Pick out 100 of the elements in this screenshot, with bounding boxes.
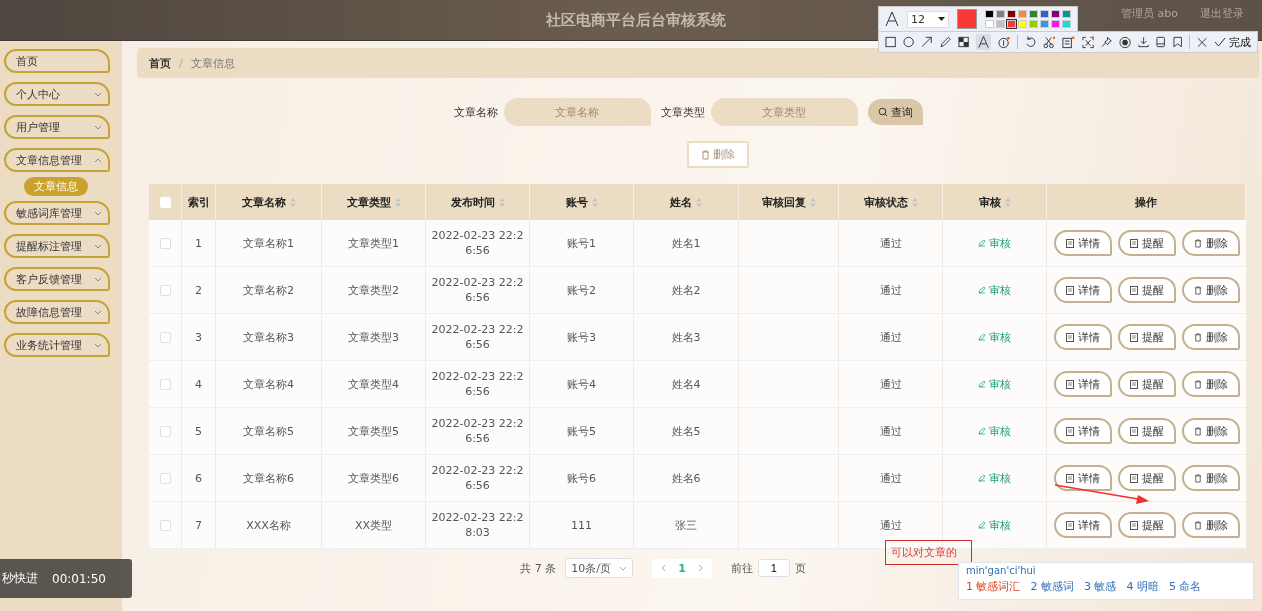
sidebar-menu-item[interactable]: 首页 [4, 49, 110, 73]
ime-candidate[interactable]: 3 敏感 [1084, 579, 1117, 594]
number-marker-icon[interactable] [997, 35, 1011, 49]
font-size-select[interactable]: 12 [907, 10, 949, 28]
select-all-checkbox[interactable] [159, 196, 171, 208]
column-header[interactable]: 操作 [1047, 184, 1246, 220]
column-header[interactable]: 审核状态 [839, 184, 943, 220]
row-checkbox[interactable] [159, 237, 171, 249]
bookmark-icon[interactable] [1172, 36, 1182, 48]
pencil-tool-icon[interactable] [939, 36, 951, 48]
sidebar-menu-item[interactable]: 个人中心 [4, 82, 110, 106]
color-swatch[interactable] [1007, 10, 1016, 18]
remind-button[interactable]: 提醒 [1117, 418, 1176, 444]
close-icon[interactable] [1196, 36, 1208, 48]
remind-button[interactable]: 提醒 [1117, 277, 1176, 303]
arrow-tool-icon[interactable] [921, 36, 933, 48]
detail-button[interactable]: 详情 [1053, 230, 1112, 256]
ime-candidate[interactable]: 5 命名 [1169, 579, 1202, 594]
pin-icon[interactable] [1100, 36, 1112, 48]
detail-button[interactable]: 详情 [1053, 418, 1112, 444]
column-header[interactable]: 文章类型 [322, 184, 426, 220]
rectangle-tool-icon[interactable] [885, 36, 897, 48]
column-header[interactable]: 发布时间 [426, 184, 530, 220]
delete-row-button[interactable]: 删除 [1181, 465, 1240, 491]
detail-button[interactable]: 详情 [1053, 371, 1112, 397]
row-checkbox[interactable] [159, 284, 171, 296]
next-page-icon[interactable] [697, 564, 704, 572]
review-link[interactable]: 审核 [978, 282, 1011, 298]
sidebar-menu-item[interactable]: 文章信息管理 [4, 148, 110, 172]
remind-button[interactable]: 提醒 [1117, 230, 1176, 256]
page-size-select[interactable]: 10条/页 [565, 558, 634, 578]
sidebar-menu-item[interactable]: 敏感词库管理 [4, 201, 110, 225]
detail-button[interactable]: 详情 [1053, 465, 1112, 491]
row-checkbox[interactable] [159, 472, 171, 484]
color-swatch[interactable] [1051, 20, 1060, 28]
undo-icon[interactable] [1025, 36, 1037, 48]
current-color-swatch[interactable] [957, 9, 977, 29]
detail-button[interactable]: 详情 [1053, 277, 1112, 303]
remind-button[interactable]: 提醒 [1117, 465, 1176, 491]
delete-row-button[interactable]: 删除 [1181, 418, 1240, 444]
done-button[interactable]: 完成 [1214, 34, 1252, 50]
color-swatch[interactable] [1062, 10, 1071, 18]
review-link[interactable]: 审核 [978, 376, 1011, 392]
delete-row-button[interactable]: 删除 [1181, 371, 1240, 397]
sidebar-menu-item[interactable]: 提醒标注管理 [4, 234, 110, 258]
review-link[interactable]: 审核 [978, 470, 1011, 486]
column-header[interactable]: 姓名 [634, 184, 739, 220]
color-swatch[interactable] [1029, 10, 1038, 18]
color-swatch[interactable] [1040, 20, 1049, 28]
delete-row-button[interactable]: 删除 [1181, 277, 1240, 303]
color-swatch[interactable] [1018, 20, 1027, 28]
color-swatch[interactable] [996, 20, 1005, 28]
breadcrumb-item[interactable]: 首页 [149, 55, 171, 71]
row-checkbox[interactable] [159, 378, 171, 390]
column-header[interactable]: 文章名称 [216, 184, 322, 220]
circle-tool-icon[interactable] [903, 36, 915, 48]
record-icon[interactable] [1118, 35, 1131, 49]
remind-button[interactable]: 提醒 [1117, 371, 1176, 397]
ime-candidate[interactable]: 4 明暗 [1126, 579, 1159, 594]
color-swatch[interactable] [1062, 20, 1071, 28]
remind-button[interactable]: 提醒 [1117, 512, 1176, 538]
column-header[interactable]: 审核 [943, 184, 1047, 220]
review-link[interactable]: 审核 [978, 423, 1011, 439]
delete-row-button[interactable]: 删除 [1181, 512, 1240, 538]
search-button[interactable]: 查询 [867, 99, 923, 125]
search-field[interactable]: 文章名称 [503, 98, 651, 126]
delete-row-button[interactable]: 删除 [1181, 324, 1240, 350]
row-checkbox[interactable] [159, 331, 171, 343]
review-link[interactable]: 审核 [978, 235, 1011, 251]
color-swatch[interactable] [1040, 10, 1049, 18]
sidebar-menu-item[interactable]: 故障信息管理 [4, 300, 110, 324]
mosaic-tool-icon[interactable] [957, 36, 969, 48]
color-swatch[interactable] [985, 20, 994, 28]
color-swatch[interactable] [985, 10, 994, 18]
column-header[interactable]: 账号 [530, 184, 634, 220]
row-checkbox[interactable] [159, 425, 171, 437]
sidebar-menu-item[interactable]: 用户管理 [4, 115, 110, 139]
ime-candidate[interactable]: 1 敏感词汇 [966, 579, 1021, 594]
color-swatch[interactable] [996, 10, 1005, 18]
download-icon[interactable] [1138, 36, 1150, 48]
previous-page-icon[interactable] [660, 564, 667, 572]
remind-button[interactable]: 提醒 [1117, 324, 1176, 350]
column-header[interactable]: 索引 [182, 184, 216, 220]
review-link[interactable]: 审核 [978, 517, 1011, 533]
text-tool-icon[interactable] [976, 34, 991, 50]
color-swatch[interactable] [1007, 20, 1016, 28]
review-link[interactable]: 审核 [978, 329, 1011, 345]
scissors-icon[interactable] [1043, 35, 1056, 49]
color-swatch[interactable] [1018, 10, 1027, 18]
detail-button[interactable]: 详情 [1053, 512, 1112, 538]
sidebar-menu-item[interactable]: 业务统计管理 [4, 333, 110, 357]
column-header[interactable]: 审核回复 [739, 184, 839, 220]
ime-candidate[interactable]: 2 敏感词 [1030, 579, 1074, 594]
delete-row-button[interactable]: 删除 [1181, 230, 1240, 256]
color-swatch[interactable] [1029, 20, 1038, 28]
sidebar-menu-item[interactable]: 客户反馈管理 [4, 267, 110, 291]
detail-button[interactable]: 详情 [1053, 324, 1112, 350]
row-checkbox[interactable] [159, 519, 171, 531]
page-input[interactable]: 1 [757, 559, 790, 577]
search-field[interactable]: 文章类型 [710, 98, 858, 126]
